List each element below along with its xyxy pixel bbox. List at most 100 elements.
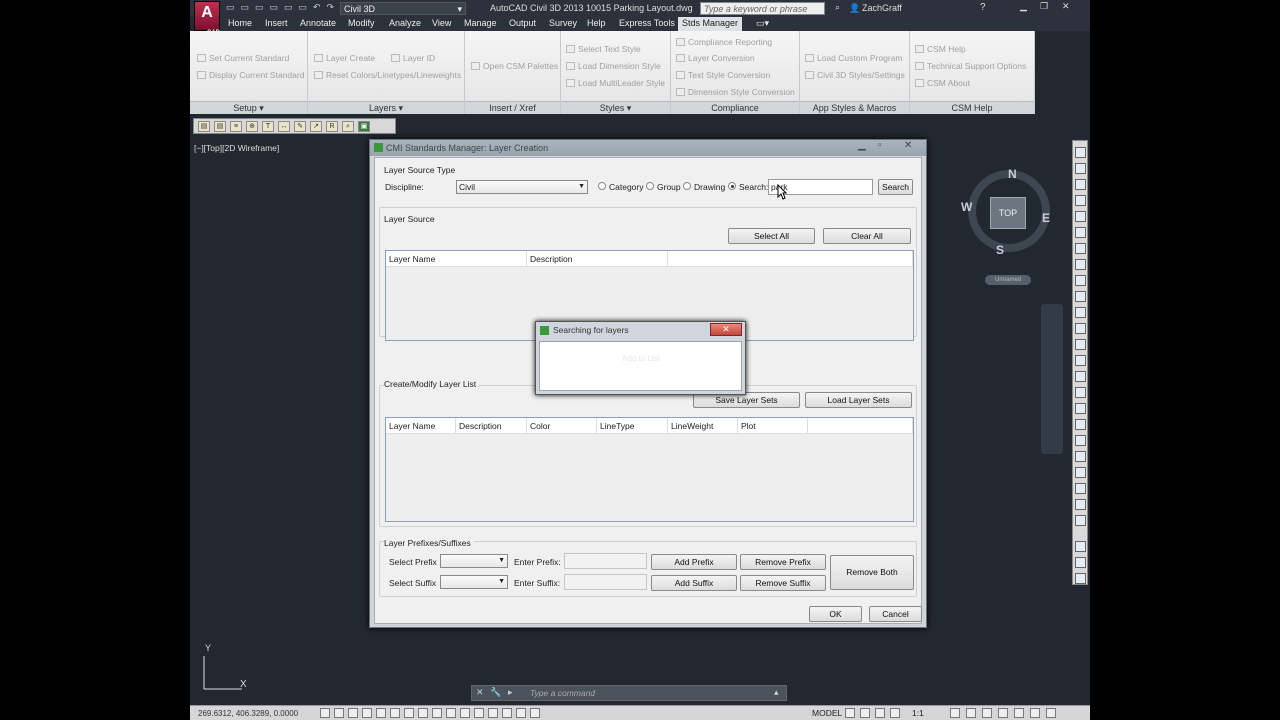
image-icon[interactable]: ▣ — [358, 121, 370, 132]
ellipse-icon[interactable] — [1075, 275, 1086, 286]
mtext-icon[interactable] — [1075, 371, 1086, 382]
dimension-icon[interactable]: ↔ — [278, 121, 290, 132]
inspect-icon[interactable]: ⌕ — [342, 121, 354, 132]
column-header[interactable]: Layer Name — [386, 418, 456, 434]
column-header[interactable]: LineWeight — [668, 418, 738, 434]
technical-support-button[interactable]: Technical Support Options — [915, 61, 1026, 71]
workspace-dropdown[interactable]: Civil 3D ▾ — [340, 2, 466, 15]
annotation-scale[interactable]: 1:1 — [912, 708, 924, 718]
table-icon[interactable] — [1075, 355, 1086, 366]
radio-category-label[interactable]: Category — [609, 182, 644, 192]
line-icon[interactable] — [1075, 147, 1086, 158]
qp-icon[interactable] — [488, 708, 498, 718]
reference-icon[interactable]: R — [326, 121, 338, 132]
civil3d-styles-button[interactable]: Civil 3D Styles/Settings — [805, 70, 905, 80]
cancel-button[interactable]: Cancel — [869, 606, 922, 622]
compliance-reporting-button[interactable]: Compliance Reporting — [676, 37, 772, 47]
dyn-icon[interactable] — [446, 708, 456, 718]
clear-all-button[interactable]: Clear All — [823, 228, 911, 244]
prompt-icon[interactable]: ▸ — [508, 687, 513, 698]
select-all-button[interactable]: Select All — [728, 228, 815, 244]
reset-colors-button[interactable]: Reset Colors/Linetypes/Lineweights — [314, 70, 461, 80]
coordinates-readout[interactable]: 269.6312, 406.3289, 0.0000 — [198, 709, 298, 718]
polar-icon[interactable] — [376, 708, 386, 718]
tab-home[interactable]: Home — [228, 18, 252, 28]
column-header[interactable]: Description — [456, 418, 527, 434]
brush-icon[interactable]: ✎ — [294, 121, 306, 132]
radio-drawing[interactable] — [683, 182, 691, 190]
radio-search-label[interactable]: Search: — [739, 182, 768, 192]
trim-icon[interactable] — [1075, 541, 1086, 552]
compass-north[interactable]: N — [1008, 167, 1017, 181]
set-current-standard-button[interactable]: Set Current Standard — [197, 53, 289, 63]
panel-caption[interactable]: Setup ▾ — [190, 101, 307, 114]
compass-east[interactable]: E — [1042, 211, 1050, 225]
copy-icon[interactable] — [1075, 403, 1086, 414]
navigation-bar[interactable] — [1041, 304, 1063, 454]
radio-group-label[interactable]: Group — [657, 182, 681, 192]
compass-south[interactable]: S — [996, 243, 1004, 257]
text-icon[interactable]: T — [262, 121, 274, 132]
isolate-icon[interactable] — [1014, 708, 1024, 718]
extend-icon[interactable] — [1075, 557, 1086, 568]
tab-insert[interactable]: Insert — [265, 18, 288, 28]
quick-view-icon[interactable] — [845, 708, 855, 718]
app-menu-button[interactable]: ACAD — [194, 1, 220, 36]
tab-modify[interactable]: Modify — [348, 18, 375, 28]
help-icon[interactable]: ? — [980, 2, 986, 13]
load-custom-program-button[interactable]: Load Custom Program — [805, 53, 903, 63]
viewcube[interactable]: TOP — [990, 197, 1026, 229]
osnap-icon[interactable] — [390, 708, 400, 718]
popup-close-button[interactable]: ✕ — [710, 323, 742, 336]
column-header[interactable]: Layer Name — [386, 251, 527, 267]
remove-suffix-button[interactable]: Remove Suffix — [740, 575, 826, 591]
compass-west[interactable]: W — [961, 200, 972, 214]
remove-prefix-button[interactable]: Remove Prefix — [740, 554, 826, 570]
rectangle-icon[interactable] — [1075, 195, 1086, 206]
3dosnap-icon[interactable] — [404, 708, 414, 718]
rotate-icon[interactable] — [1075, 483, 1086, 494]
column-header[interactable]: Plot — [738, 418, 808, 434]
layer-create-button[interactable]: Layer Create — [314, 53, 375, 63]
search-icon[interactable]: ⌕ — [835, 2, 840, 13]
selection-icon[interactable] — [530, 708, 540, 718]
ucs-menu[interactable]: Unnamed — [985, 275, 1031, 285]
tpy-icon[interactable] — [474, 708, 484, 718]
arc-icon[interactable] — [1075, 211, 1086, 222]
zoom-icon[interactable] — [875, 708, 885, 718]
point-icon[interactable] — [1075, 307, 1086, 318]
circle-icon[interactable] — [1075, 227, 1086, 238]
tab-stds-manager[interactable]: Stds Manager — [678, 17, 743, 31]
radio-category[interactable] — [598, 182, 606, 190]
pin-icon[interactable]: ⊕ — [246, 121, 258, 132]
pan-icon[interactable] — [860, 708, 870, 718]
load-dimension-style-button[interactable]: Load Dimension Style — [566, 61, 661, 71]
lock-icon[interactable] — [982, 708, 992, 718]
panel-caption[interactable]: Layers ▾ — [308, 101, 464, 114]
layer-list-table[interactable]: Layer Name Description Color LineType Li… — [385, 417, 914, 522]
quick-access-toolbar[interactable]: ▭▭▭▭▭▭↶↷ — [226, 2, 340, 13]
tab-output[interactable]: Output — [509, 18, 536, 28]
move-icon[interactable] — [1075, 467, 1086, 478]
sc-icon[interactable] — [502, 708, 512, 718]
radio-search[interactable] — [728, 182, 736, 190]
history-icon[interactable]: ▴ — [774, 687, 779, 698]
remove-both-button[interactable]: Remove Both — [830, 555, 914, 590]
close-button[interactable]: ✕ — [1062, 1, 1070, 12]
folder-icon[interactable]: ▤ — [198, 121, 210, 132]
stretch-icon[interactable] — [1075, 515, 1086, 526]
prefix-select[interactable]: ▼ — [440, 554, 508, 568]
help-search-input[interactable]: Type a keyword or phrase — [700, 2, 825, 15]
tab-manage[interactable]: Manage — [464, 18, 497, 28]
notification-icon[interactable] — [1030, 708, 1040, 718]
discipline-select[interactable]: Civil ▼ — [456, 180, 588, 194]
annotation-visibility-icon[interactable] — [950, 708, 960, 718]
layer-conversion-button[interactable]: Layer Conversion — [676, 53, 755, 63]
display-current-standard-button[interactable]: Display Current Standard — [197, 70, 304, 80]
spline-icon[interactable] — [1075, 259, 1086, 270]
wrench-icon[interactable]: 🔧 — [490, 687, 501, 698]
fillet-icon[interactable] — [1075, 573, 1086, 584]
add-prefix-button[interactable]: Add Prefix — [651, 554, 737, 570]
load-layer-sets-button[interactable]: Load Layer Sets — [805, 392, 912, 408]
scale-icon[interactable] — [1075, 499, 1086, 510]
